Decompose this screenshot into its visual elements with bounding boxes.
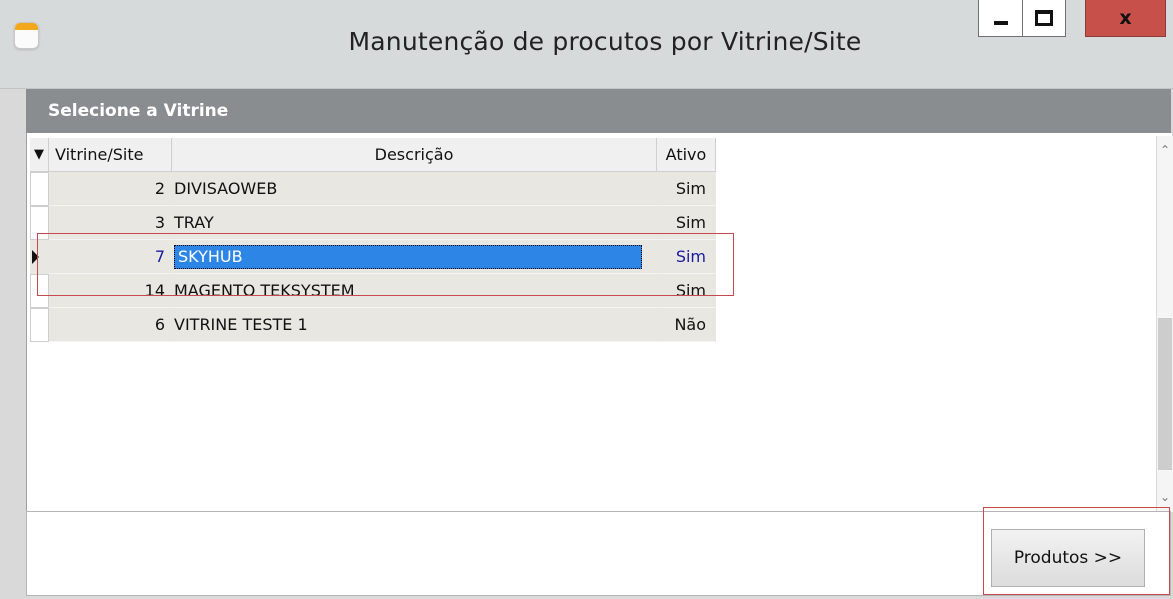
produtos-button[interactable]: Produtos >>	[991, 529, 1145, 587]
row-indicator[interactable]	[30, 206, 49, 240]
maximize-icon	[1035, 10, 1053, 26]
column-header-ativo[interactable]: Ativo	[657, 138, 716, 172]
section-header: Selecione a Vitrine	[26, 89, 1171, 133]
scroll-up-icon[interactable]: ⌃	[1157, 139, 1173, 161]
cell-ativo[interactable]: Sim	[657, 206, 716, 240]
cell-descricao[interactable]: VITRINE TESTE 1	[172, 308, 657, 342]
maximize-button[interactable]	[1022, 0, 1066, 37]
row-indicator-current[interactable]	[30, 240, 49, 274]
column-header-label: Descrição	[374, 145, 454, 164]
cell-vitrine-id[interactable]: 7	[49, 240, 172, 274]
vertical-scrollbar[interactable]: ⌃ ⌄	[1156, 136, 1173, 512]
row-indicator[interactable]	[30, 274, 49, 308]
sort-indicator-header[interactable]: ▼	[30, 138, 49, 172]
section-title: Selecione a Vitrine	[48, 101, 229, 121]
minimize-icon	[993, 21, 1008, 25]
cell-vitrine-id[interactable]: 2	[49, 172, 172, 206]
cell-ativo[interactable]: Sim	[657, 172, 716, 206]
cell-descricao[interactable]: DIVISAOWEB	[172, 172, 657, 206]
app-window: Manutenção de procutos por Vitrine/Site …	[0, 0, 1173, 599]
cell-descricao[interactable]: TRAY	[172, 206, 657, 240]
current-row-arrow-icon	[32, 250, 39, 264]
row-indicator[interactable]	[30, 308, 49, 342]
scroll-thumb[interactable]	[1158, 318, 1172, 470]
cell-ativo[interactable]: Não	[657, 308, 716, 342]
column-header-descricao[interactable]: Descrição	[172, 138, 657, 172]
close-icon: x	[1119, 7, 1132, 29]
row-indicator[interactable]	[30, 172, 49, 206]
cell-vitrine-id[interactable]: 6	[49, 308, 172, 342]
window-title: Manutenção de procutos por Vitrine/Site	[348, 27, 862, 56]
vitrine-grid[interactable]: ▼ Vitrine/Site Descrição Ativo 2 DIVISAO…	[26, 133, 1173, 512]
cell-ativo[interactable]: Sim	[657, 274, 716, 308]
column-header-vitrine[interactable]: Vitrine/Site	[49, 138, 172, 172]
close-button[interactable]: x	[1085, 0, 1166, 37]
selected-cell-text: SKYHUB	[174, 244, 642, 269]
cell-descricao-selected[interactable]: SKYHUB	[172, 240, 657, 274]
cell-vitrine-id[interactable]: 3	[49, 206, 172, 240]
cell-vitrine-id[interactable]: 14	[49, 274, 172, 308]
scroll-down-icon[interactable]: ⌄	[1157, 486, 1173, 508]
minimize-button[interactable]	[978, 0, 1022, 37]
sort-down-icon: ▼	[34, 147, 44, 162]
column-header-label: Vitrine/Site	[55, 145, 144, 164]
title-bar: Manutenção de procutos por Vitrine/Site …	[0, 0, 1173, 89]
cell-ativo[interactable]: Sim	[657, 240, 716, 274]
app-icon	[14, 22, 39, 49]
cell-descricao[interactable]: MAGENTO TEKSYSTEM	[172, 274, 657, 308]
column-header-label: Ativo	[665, 145, 707, 164]
